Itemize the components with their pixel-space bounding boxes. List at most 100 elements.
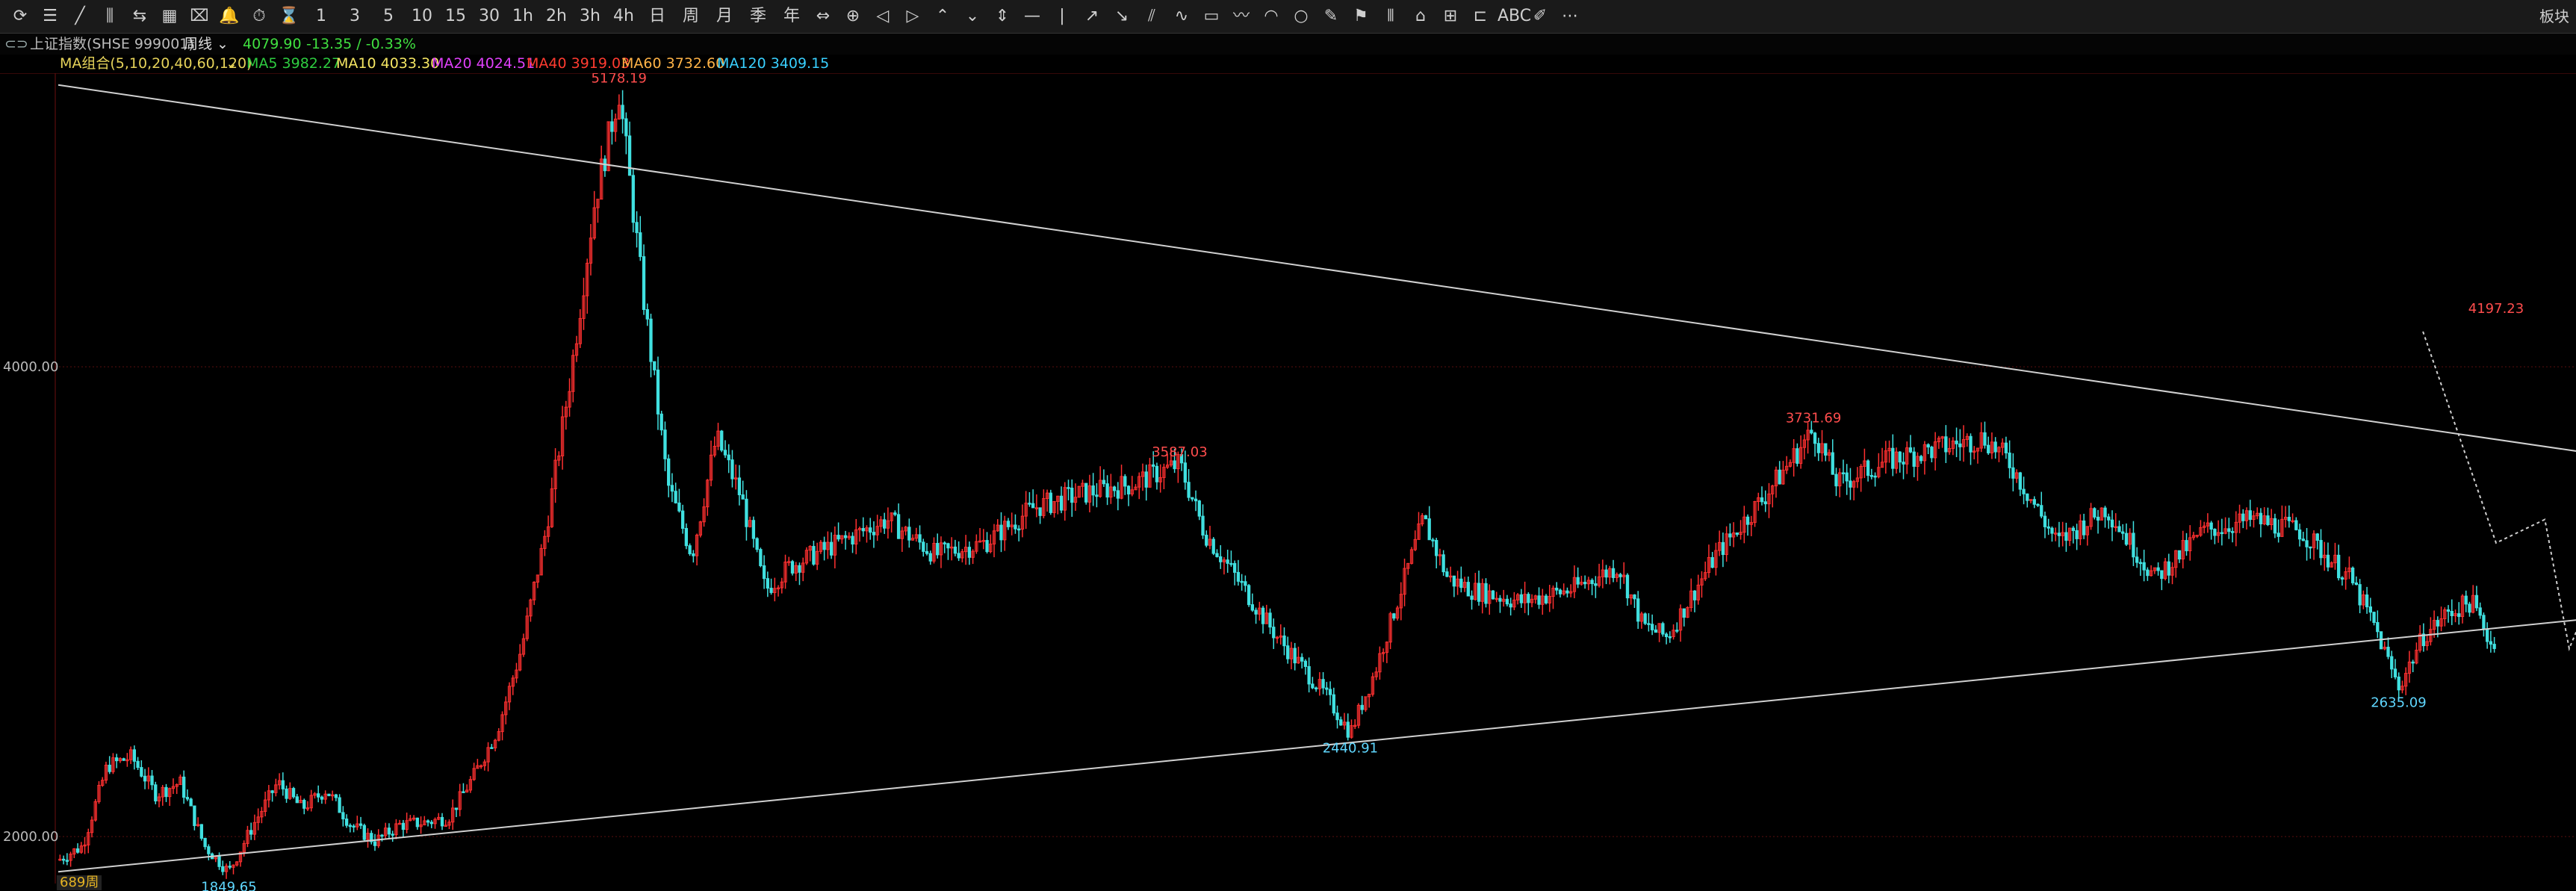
ma-group-label[interactable]: MA组合(5,10,20,40,60,120) bbox=[60, 55, 252, 72]
text-icon[interactable]: ABC bbox=[1498, 4, 1531, 28]
candle-body bbox=[341, 812, 345, 820]
candle-body bbox=[1866, 460, 1870, 476]
cycle-icon[interactable]: ⌛ bbox=[276, 4, 302, 28]
candle-body bbox=[1763, 501, 1767, 505]
link-icon[interactable]: ⊂⊃ bbox=[4, 35, 28, 53]
wave2-icon[interactable]: 〰 bbox=[1229, 4, 1254, 28]
price-range-icon[interactable]: ⊏ bbox=[1468, 4, 1493, 28]
timeframe-button[interactable]: 2h bbox=[541, 4, 571, 28]
candle-body bbox=[2146, 569, 2150, 577]
symbol-name[interactable]: 上证指数(SHSE 999001) bbox=[30, 35, 194, 53]
rect-icon[interactable]: ▭ bbox=[1199, 4, 1224, 28]
candle-body bbox=[2393, 668, 2397, 677]
timeframe-button[interactable]: 年 bbox=[777, 4, 807, 28]
candle-body bbox=[1558, 589, 1562, 594]
ma-item: MA60 3732.60 bbox=[621, 55, 725, 72]
candle-body bbox=[2107, 516, 2111, 521]
candle-body bbox=[1760, 497, 1764, 503]
candle-body bbox=[2241, 513, 2245, 521]
candle-body bbox=[164, 786, 168, 798]
candle-body bbox=[2220, 532, 2224, 535]
extreme-label: 4197.23 bbox=[2468, 301, 2524, 317]
up-icon[interactable]: ⌃ bbox=[930, 4, 955, 28]
candle-body bbox=[1477, 583, 1481, 602]
parallel-icon[interactable]: ⫽ bbox=[1139, 4, 1164, 28]
flag-icon[interactable]: ⚑ bbox=[1348, 4, 1374, 28]
period-selector[interactable]: 周线 bbox=[184, 35, 212, 53]
timeframe-button[interactable]: 30 bbox=[474, 4, 504, 28]
timeframe-button[interactable]: 周 bbox=[676, 4, 706, 28]
ruler-icon[interactable]: ⊞ bbox=[1438, 4, 1463, 28]
hline-icon[interactable]: — bbox=[1019, 4, 1045, 28]
chevron-down-icon[interactable]: ⌄ bbox=[217, 35, 229, 53]
pan-icon[interactable]: ⇔ bbox=[810, 4, 836, 28]
candle-body bbox=[1445, 571, 1449, 577]
note-icon[interactable]: ✎ bbox=[1318, 4, 1344, 28]
timeframe-button[interactable]: 4h bbox=[609, 4, 639, 28]
chevron-down-icon[interactable]: ⌄ bbox=[226, 55, 238, 72]
candle-body bbox=[108, 764, 111, 772]
line-chart-icon[interactable]: ╱ bbox=[67, 4, 93, 28]
toolbar: ⟳ ☰ ╱ ⫼ ⇆ ▦ ⌧ 🔔 ⏱ ⌛ 1 3 5 10 15 30 1h 2h 3h 4h 日周月季年 ⇔ ⊕ ◁ ▷ ⌃ ⌄ ⇕ —… bbox=[0, 0, 2576, 34]
candle-body bbox=[136, 760, 140, 769]
compare-icon[interactable]: ⇆ bbox=[127, 4, 152, 28]
arc-icon[interactable]: ◠ bbox=[1258, 4, 1284, 28]
candle-body bbox=[1144, 471, 1148, 488]
sector-button[interactable]: 板块 bbox=[2536, 4, 2573, 28]
house-icon[interactable]: ⌂ bbox=[1408, 4, 1433, 28]
symbol-info-bar: ⊂⊃ 上证指数(SHSE 999001) 周线 ⌄ 4079.90 -13.35… bbox=[0, 34, 2576, 55]
candle-body bbox=[2266, 515, 2270, 526]
candle-body bbox=[1247, 585, 1251, 606]
arrow-icon[interactable]: ↘ bbox=[1109, 4, 1135, 28]
bell-icon[interactable]: 🔔 bbox=[217, 4, 242, 28]
candle-body bbox=[1197, 500, 1201, 517]
candle-body bbox=[727, 454, 730, 461]
timeframe-button[interactable]: 15 bbox=[441, 4, 471, 28]
screenshot-icon[interactable]: ⌧ bbox=[187, 4, 212, 28]
candle-body bbox=[1272, 627, 1276, 639]
candle-body bbox=[1796, 448, 1799, 464]
candle-icon[interactable]: ⫼ bbox=[97, 4, 122, 28]
candle-body bbox=[2213, 529, 2217, 536]
candle-body bbox=[1126, 485, 1131, 494]
prev-icon[interactable]: ◁ bbox=[870, 4, 896, 28]
wave-icon[interactable]: ∿ bbox=[1169, 4, 1194, 28]
timeframe-button[interactable]: 日 bbox=[642, 4, 672, 28]
candle-body bbox=[2040, 505, 2043, 517]
candlestick-chart[interactable]: 4000.00 2000.00 5178.19 3587.03 3731.69 4197.… bbox=[0, 73, 2576, 891]
chart-layout-icon[interactable]: ▦ bbox=[157, 4, 182, 28]
more-icon[interactable]: ⋯ bbox=[1557, 4, 1583, 28]
down-icon[interactable]: ⌄ bbox=[960, 4, 985, 28]
candle-body bbox=[1014, 524, 1017, 530]
ray-icon[interactable]: ↗ bbox=[1079, 4, 1105, 28]
time-share-icon[interactable]: ⏱ bbox=[246, 4, 272, 28]
timeframe-button[interactable]: 1h bbox=[508, 4, 538, 28]
candle-body bbox=[1102, 479, 1106, 485]
brush-icon[interactable]: ✐ bbox=[1527, 4, 1553, 28]
zoom-icon[interactable]: ⊕ bbox=[840, 4, 866, 28]
timeframe-button[interactable]: 3 bbox=[340, 4, 370, 28]
cursor-icon[interactable]: ⇕ bbox=[990, 4, 1015, 28]
timeframe-button[interactable]: 1 bbox=[306, 4, 336, 28]
candle-body bbox=[359, 823, 363, 826]
candle-body bbox=[999, 524, 1003, 541]
list-icon[interactable]: ☰ bbox=[37, 4, 63, 28]
candle-body bbox=[2248, 510, 2252, 521]
candle-body bbox=[1346, 721, 1350, 738]
vline-icon[interactable]: | bbox=[1049, 4, 1075, 28]
candle-body bbox=[2043, 515, 2047, 527]
candle-body bbox=[320, 796, 324, 800]
timeframe-button[interactable]: 10 bbox=[407, 4, 437, 28]
next-icon[interactable]: ▷ bbox=[900, 4, 925, 28]
fib-icon[interactable]: ⦀ bbox=[1378, 4, 1403, 28]
candle-body bbox=[1293, 648, 1297, 664]
refresh-icon[interactable]: ⟳ bbox=[7, 4, 33, 28]
timeframe-button[interactable]: 3h bbox=[575, 4, 605, 28]
timeframe-button[interactable]: 月 bbox=[710, 4, 739, 28]
timeframe-button[interactable]: 季 bbox=[743, 4, 773, 28]
circle-icon[interactable]: ○ bbox=[1288, 4, 1314, 28]
candle-body bbox=[2008, 453, 2011, 468]
candle-body bbox=[454, 807, 459, 810]
timeframe-button[interactable]: 5 bbox=[373, 4, 403, 28]
candle-body bbox=[922, 541, 925, 552]
